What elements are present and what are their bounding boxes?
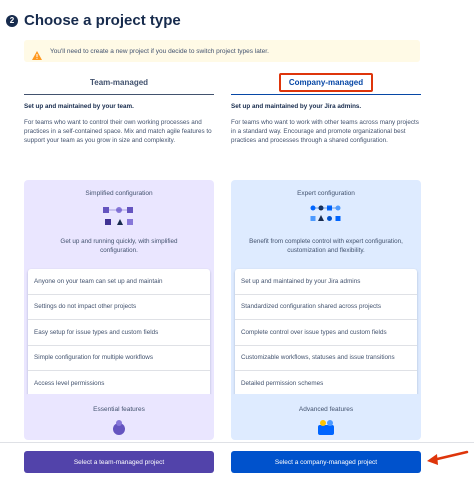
page-header: 2 Choose a project type	[6, 12, 181, 29]
list-item: Anyone on your team can set up and maint…	[28, 269, 210, 295]
company-tagline: Set up and maintained by your Jira admin…	[231, 103, 362, 110]
advanced-features-title: Advanced features	[298, 406, 354, 413]
team-card-text: Get up and running quickly, with simplif…	[60, 238, 178, 254]
team-feature-list: Anyone on your team can set up and maint…	[28, 269, 210, 397]
essential-features-illustration	[113, 420, 125, 435]
advanced-features-illustration	[318, 420, 334, 435]
list-item: Settings do not impact other projects	[28, 295, 210, 320]
tab-company-managed-label: Company-managed	[278, 72, 374, 92]
simplified-config-card: Simplified configuration Get up and runn…	[24, 180, 214, 401]
essential-features-title: Essential features	[93, 406, 145, 413]
company-feature-list: Set up and maintained by your Jira admin…	[235, 269, 417, 397]
advanced-features-card: Advanced features	[231, 394, 421, 440]
team-card-title: Simplified configuration	[85, 190, 153, 197]
list-item: Standardized configuration shared across…	[235, 295, 417, 320]
select-company-managed-button[interactable]: Select a company-managed project	[231, 451, 421, 473]
warning-icon	[32, 47, 42, 60]
list-item: Customizable workflows, statuses and iss…	[235, 346, 417, 371]
company-managed-column: Company-managed Set up and maintained by…	[231, 70, 421, 401]
tab-team-managed[interactable]: Team-managed	[24, 70, 214, 95]
select-team-managed-button[interactable]: Select a team-managed project	[24, 451, 214, 473]
team-tagline: Set up and maintained by your team.	[24, 103, 134, 110]
expert-config-illustration	[306, 201, 346, 231]
warning-text: You'll need to create a new project if y…	[50, 47, 269, 55]
red-arrow-annotation	[427, 450, 469, 465]
company-card-title: Expert configuration	[297, 190, 355, 197]
list-item: Access level permissions	[34, 380, 105, 388]
essential-features-card: Essential features	[24, 394, 214, 440]
tab-company-managed[interactable]: Company-managed	[231, 70, 421, 95]
list-item: Simple configuration for multiple workfl…	[28, 346, 210, 371]
company-description: For teams who want to work with other te…	[231, 119, 419, 145]
step-badge: 2	[6, 14, 18, 27]
footer-bar: Select a team-managed project Select a c…	[0, 442, 474, 487]
warning-banner: You'll need to create a new project if y…	[24, 40, 420, 62]
list-item: Complete control over issue types and cu…	[235, 320, 417, 346]
list-item: Detailed permission schemes	[241, 380, 324, 388]
team-managed-column: Team-managed Set up and maintained by yo…	[24, 70, 214, 401]
company-card-text: Benefit from complete control with exper…	[249, 238, 403, 254]
list-item: Set up and maintained by your Jira admin…	[235, 269, 417, 295]
simplified-config-illustration	[99, 201, 139, 231]
tab-team-managed-label: Team-managed	[89, 77, 149, 87]
page-title: Choose a project type	[24, 12, 181, 29]
list-item: Easy setup for issue types and custom fi…	[28, 320, 210, 346]
team-description: For teams who want to control their own …	[24, 119, 212, 145]
expert-config-card: Expert configuration Benefit from comple…	[231, 180, 421, 401]
